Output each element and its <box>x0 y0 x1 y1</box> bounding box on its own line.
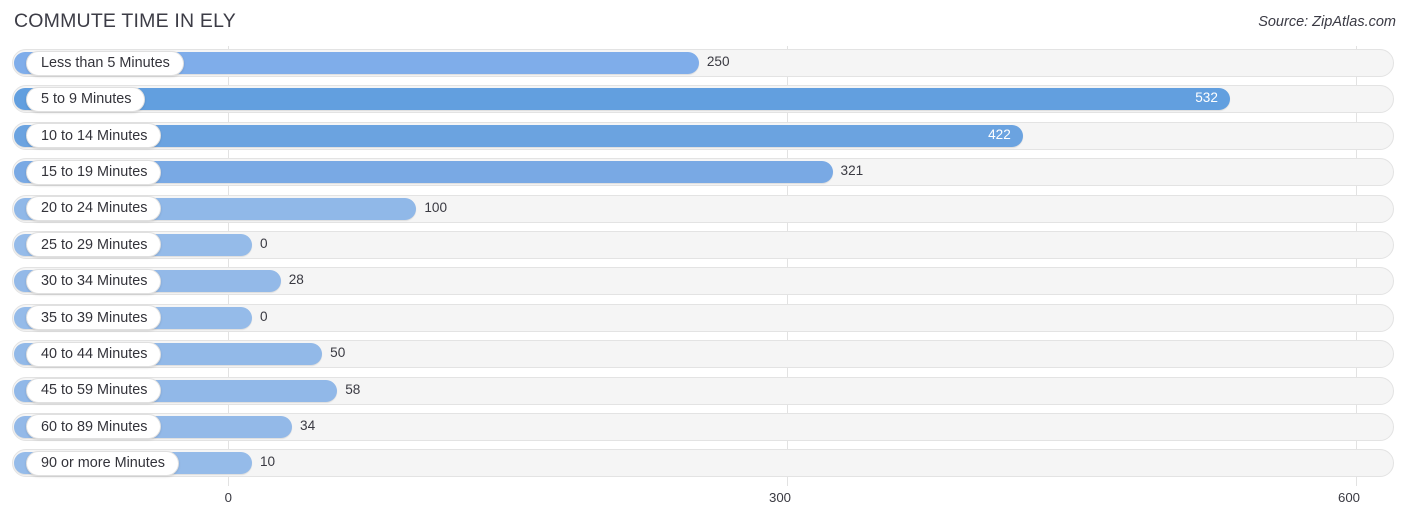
bar-category-label: 30 to 34 Minutes <box>26 268 162 294</box>
bar-value-label: 422 <box>988 126 1011 142</box>
bar-category-label: 45 to 59 Minutes <box>26 378 162 404</box>
bar[interactable] <box>14 124 1023 147</box>
bar-row[interactable]: 5 to 9 Minutes 532 <box>0 82 1406 118</box>
bar-value-label: 250 <box>706 54 730 69</box>
bar-value-label: 34 <box>300 417 316 433</box>
page-title: COMMUTE TIME IN ELY <box>14 10 236 32</box>
bar-category-label: 40 to 44 Minutes <box>26 341 162 367</box>
bar-value-label: 100 <box>424 199 448 215</box>
chart-plot-area: Less than 5 Minutes 250 5 to 9 Minutes 532 1… <box>0 46 1406 486</box>
bar-category-text: 25 to 29 Minutes <box>41 236 148 253</box>
bar-category-text: 5 to 9 Minutes <box>41 91 132 108</box>
bar-row[interactable]: 15 to 19 Minutes 321 <box>0 155 1406 191</box>
bar-row[interactable]: 60 to 89 Minutes 34 <box>0 410 1406 446</box>
bar-value-label: 0 <box>260 235 268 251</box>
bar-category-text: 60 to 89 Minutes <box>41 418 148 435</box>
bar-value-label: 58 <box>345 381 361 397</box>
bar-category-label: 15 to 19 Minutes <box>26 159 162 185</box>
bar-category-label: Less than 5 Minutes <box>26 50 184 76</box>
bar-category-text: 45 to 59 Minutes <box>41 382 148 399</box>
bar-category-label: 90 or more Minutes <box>26 450 179 476</box>
bar-row[interactable]: 90 or more Minutes 10 <box>0 446 1406 482</box>
bar-value-label: 10 <box>260 454 276 470</box>
bar-category-text: 90 or more Minutes <box>41 455 165 472</box>
bar-category-text: 10 to 14 Minutes <box>41 127 148 144</box>
bar-category-text: 15 to 19 Minutes <box>41 163 148 180</box>
axis-tick-label: 600 <box>1337 490 1360 505</box>
bar-rows: Less than 5 Minutes 250 5 to 9 Minutes 532 1… <box>0 46 1406 483</box>
bar-category-label: 20 to 24 Minutes <box>26 196 162 222</box>
bar-row[interactable]: 40 to 44 Minutes 50 <box>0 337 1406 373</box>
bar-category-text: 30 to 34 Minutes <box>41 273 148 290</box>
bar-value-label: 321 <box>840 163 864 179</box>
bar-row[interactable]: 45 to 59 Minutes 58 <box>0 374 1406 410</box>
x-axis: 0 300 600 <box>0 486 1406 523</box>
bar-category-label: 35 to 39 Minutes <box>26 305 162 331</box>
bar-category-label: 5 to 9 Minutes <box>26 86 146 112</box>
bar-value-label: 0 <box>260 308 268 324</box>
bar-row[interactable]: Less than 5 Minutes 250 <box>0 46 1406 82</box>
bar-category-text: 40 to 44 Minutes <box>41 345 148 362</box>
bar-category-text: 20 to 24 Minutes <box>41 200 148 217</box>
bar-category-text: Less than 5 Minutes <box>41 54 170 71</box>
bar-category-label: 10 to 14 Minutes <box>26 123 162 149</box>
bar[interactable] <box>14 88 1230 111</box>
axis-tick-label: 300 <box>768 490 791 505</box>
bar-row[interactable]: 25 to 29 Minutes 0 <box>0 228 1406 264</box>
bar-row[interactable]: 20 to 24 Minutes 100 <box>0 192 1406 228</box>
bar-category-label: 25 to 29 Minutes <box>26 232 162 258</box>
bar-value-label: 50 <box>330 345 346 361</box>
chart-header: COMMUTE TIME IN ELY Source: ZipAtlas.com <box>0 0 1406 46</box>
bar-category-text: 35 to 39 Minutes <box>41 309 148 326</box>
bar-row[interactable]: 10 to 14 Minutes 422 <box>0 119 1406 155</box>
bar-category-label: 60 to 89 Minutes <box>26 414 162 440</box>
source-attribution: Source: ZipAtlas.com <box>1258 14 1396 30</box>
bar-value-label: 28 <box>288 272 304 288</box>
axis-tick-label: 0 <box>224 490 232 505</box>
bar-value-label: 532 <box>1195 90 1218 106</box>
bar-row[interactable]: 35 to 39 Minutes 0 <box>0 301 1406 337</box>
bar-row[interactable]: 30 to 34 Minutes 28 <box>0 264 1406 300</box>
